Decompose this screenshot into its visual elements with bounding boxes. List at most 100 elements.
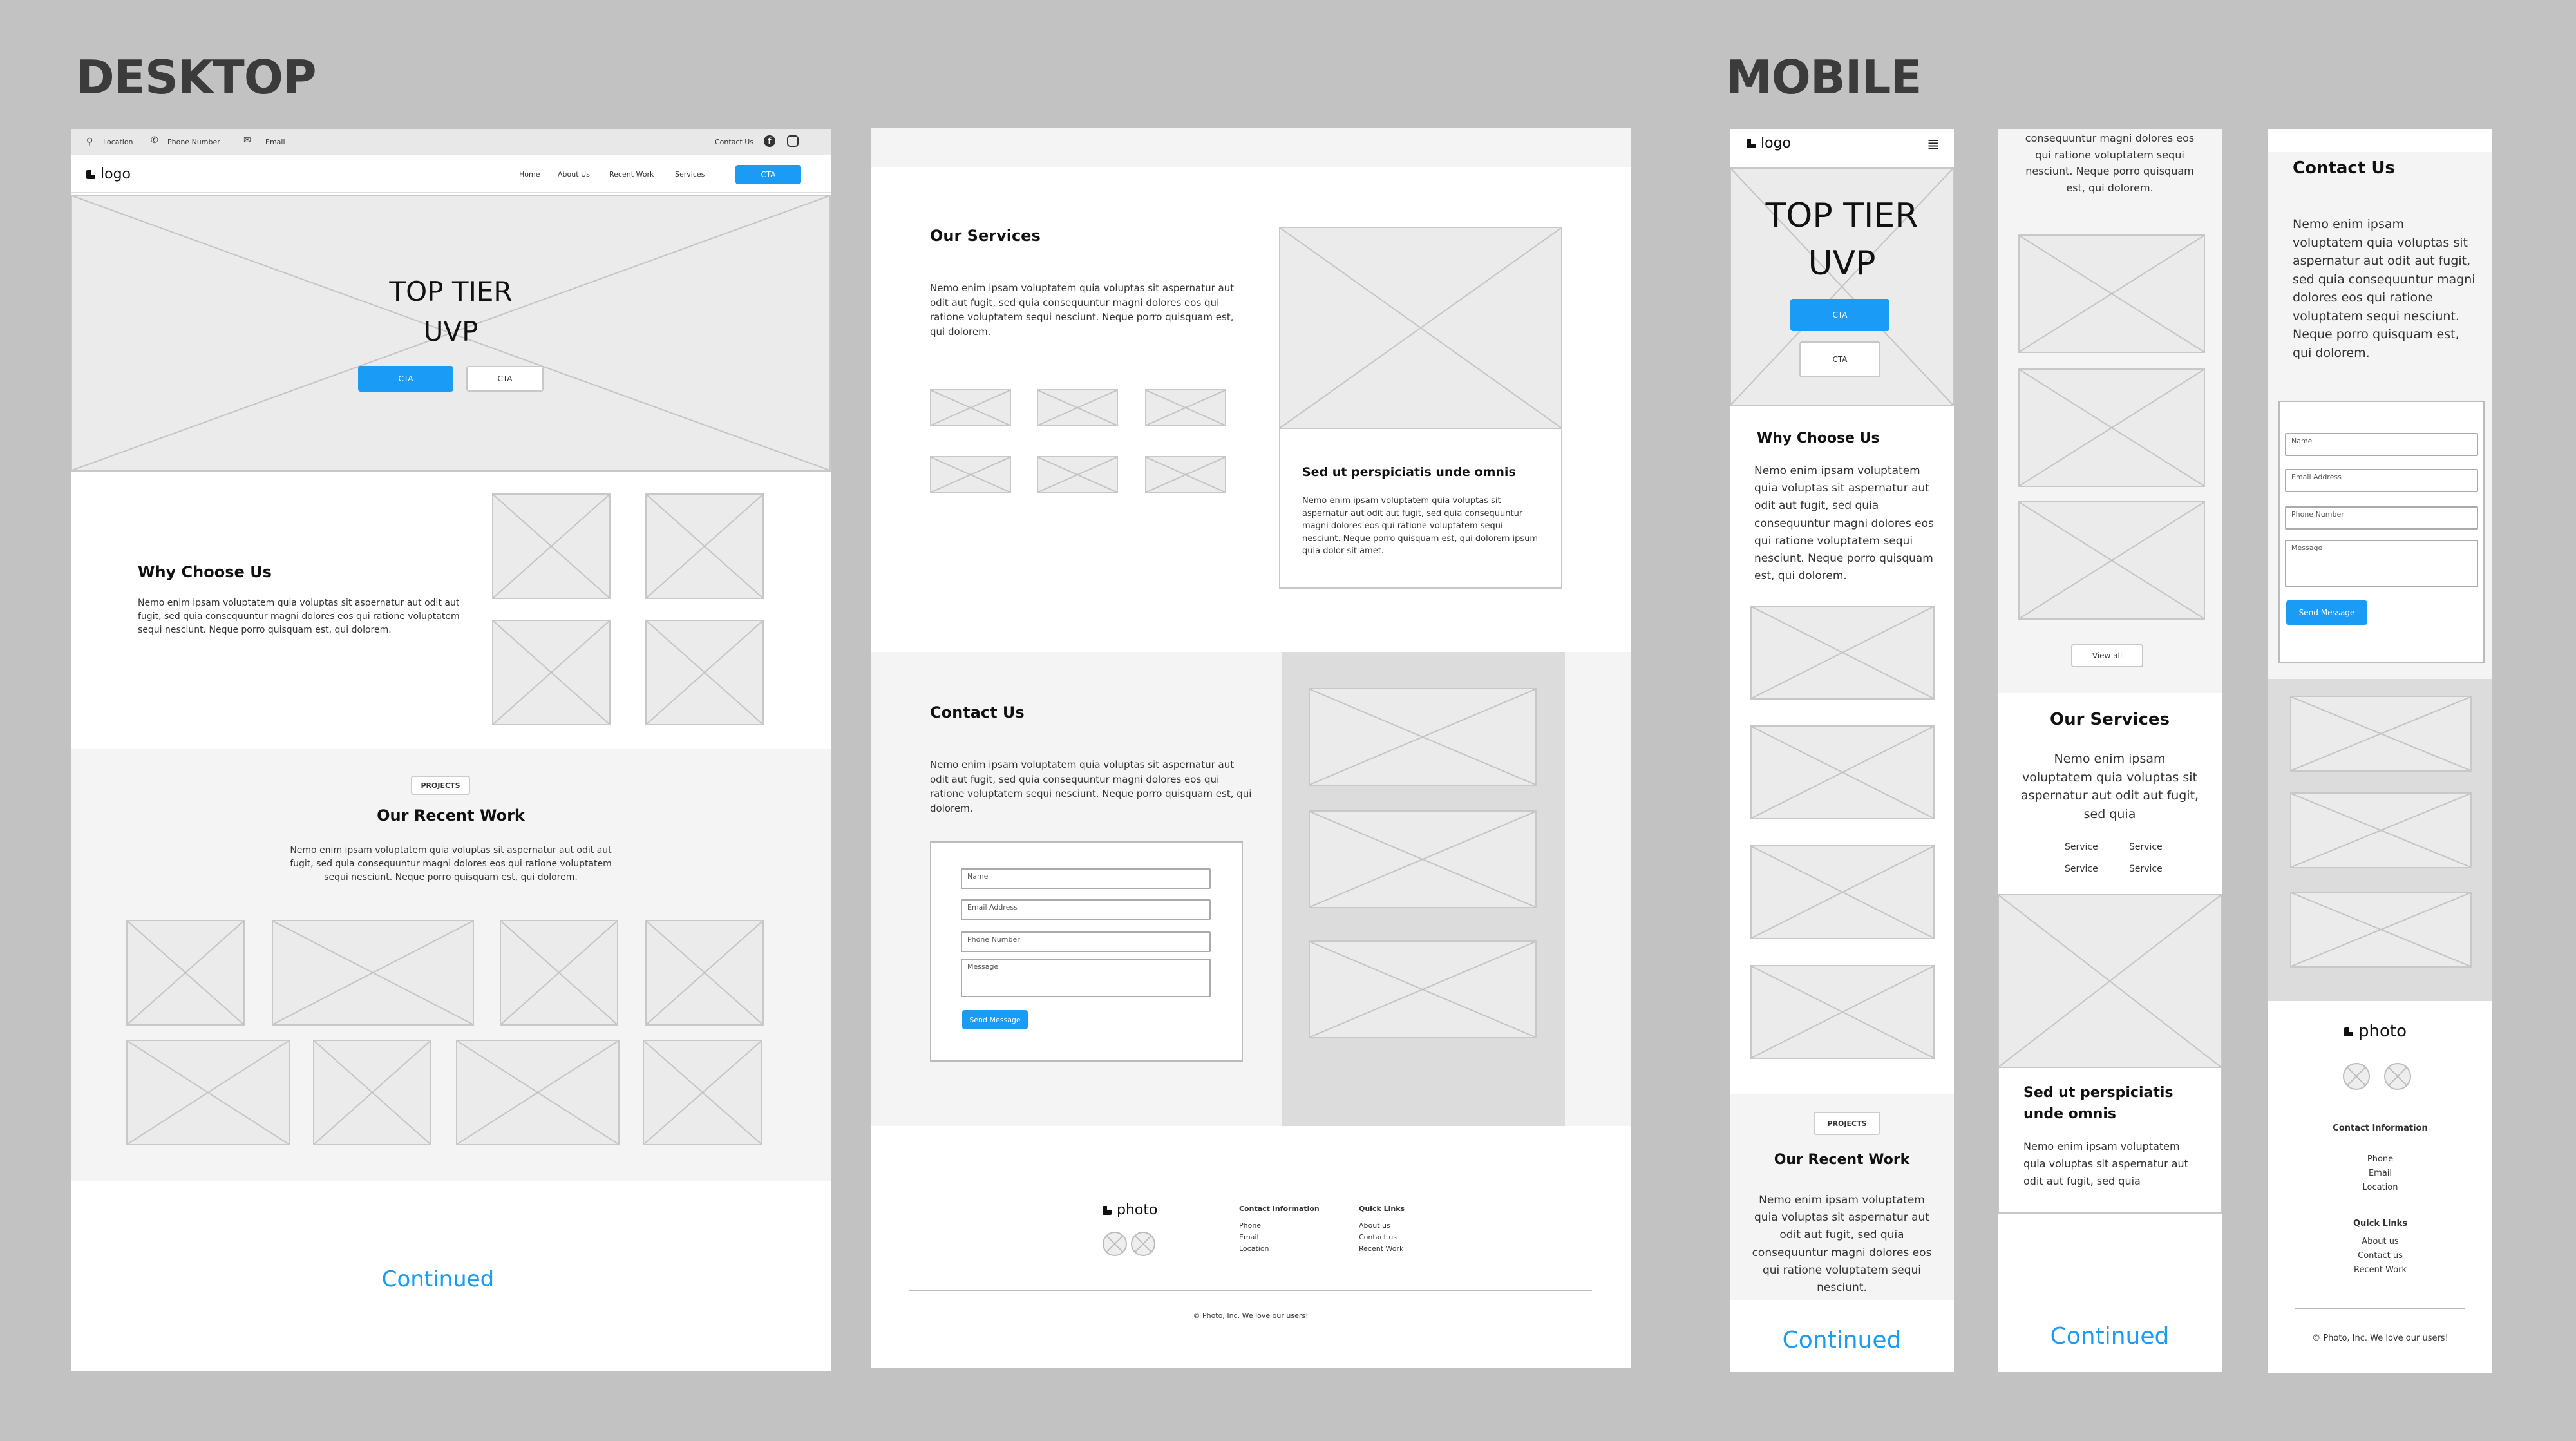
why-image-4 <box>645 620 764 725</box>
service-image-1 <box>930 389 1011 426</box>
mobile-page-3: Contact Us Nemo enim ipsam voluptatem qu… <box>2268 129 2492 1373</box>
mobile-footer-info-location: Location <box>2362 1183 2398 1192</box>
services-title: Our Services <box>930 227 1041 245</box>
contact-image-3 <box>1309 940 1537 1038</box>
why-body: Nemo enim ipsam voluptatem quia voluptas… <box>138 598 460 635</box>
mobile-continued-2: Continued <box>2050 1323 2170 1350</box>
hero-cta-button[interactable]: CTA <box>358 366 453 392</box>
hero-title-line2: UVP <box>423 316 478 347</box>
logo-icon <box>86 170 95 179</box>
message-field[interactable]: Message <box>961 959 1211 997</box>
nav-home[interactable]: Home <box>519 169 540 180</box>
mobile-service-link-3[interactable]: Service <box>2065 862 2098 876</box>
mobile-send-button[interactable]: Send Message <box>2286 600 2367 625</box>
footer-info-title: Contact Information <box>1239 1205 1320 1213</box>
mobile-footer-info-phone: Phone <box>2367 1154 2394 1164</box>
mobile-service-link-4[interactable]: Service <box>2129 862 2163 876</box>
mobile-why-image-2 <box>1750 725 1935 819</box>
facebook-icon[interactable]: f <box>764 135 775 147</box>
mobile-project-image-2 <box>2018 368 2205 487</box>
mobile-hero-line1: TOP TIER <box>1765 196 1918 235</box>
desktop-page-2: Our Services Nemo enim ipsam voluptatem … <box>871 128 1631 1368</box>
view-all-button[interactable]: View all <box>2071 644 2143 667</box>
mobile-services-body: Nemo enim ipsam voluptatem quia voluptas… <box>2020 752 2199 821</box>
why-title: Why Choose Us <box>138 563 272 581</box>
social-icon-1[interactable] <box>1103 1232 1127 1256</box>
mobile-social-icon-1[interactable] <box>2343 1063 2370 1090</box>
topbar-location[interactable]: Location <box>103 137 133 148</box>
contact-title: Contact Us <box>930 703 1025 721</box>
mobile-footer-divider <box>2295 1308 2465 1309</box>
logo[interactable]: logo <box>86 166 131 182</box>
why-image-1 <box>492 493 611 599</box>
mobile-footer-link-contact[interactable]: Contact us <box>2268 1250 2492 1263</box>
nav-recent-work[interactable]: Recent Work <box>609 169 654 180</box>
mobile-heading: MOBILE <box>1726 50 1922 104</box>
footer-copyright: © Photo, Inc. We love our users! <box>1193 1312 1309 1320</box>
mobile-service-link-2[interactable]: Service <box>2129 840 2163 854</box>
mobile-logo[interactable]: logo <box>1747 135 1791 151</box>
mobile-email-field[interactable]: Email Address <box>2285 469 2478 492</box>
send-message-button[interactable]: Send Message <box>962 1010 1028 1029</box>
hero-title-line1: TOP TIER <box>389 276 513 307</box>
services-body: Nemo enim ipsam voluptatem quia voluptas… <box>930 282 1235 338</box>
phone-field[interactable]: Phone Number <box>961 931 1211 952</box>
mobile-project-image-3 <box>2018 501 2205 620</box>
hero-secondary-button[interactable]: CTA <box>466 366 544 392</box>
desktop-heading: DESKTOP <box>76 50 317 104</box>
nav-cta-button[interactable]: CTA <box>735 165 801 184</box>
mobile-footer-logo[interactable]: photo <box>2344 1022 2407 1041</box>
mobile-footer-logo-icon <box>2344 1027 2353 1036</box>
mobile-social-icon-2[interactable] <box>2384 1063 2411 1090</box>
why-image-3 <box>492 620 611 725</box>
footer-link-about[interactable]: About us <box>1359 1220 1390 1232</box>
mobile-service-link-1[interactable]: Service <box>2065 840 2098 854</box>
footer-info-email: Email <box>1239 1233 1259 1241</box>
footer-divider <box>909 1290 1592 1291</box>
contact-image-1 <box>1309 688 1537 786</box>
service-card-image <box>1279 227 1562 429</box>
email-icon: ✉ <box>243 135 251 146</box>
mobile-why-image-3 <box>1750 845 1935 939</box>
social-icon-2[interactable] <box>1131 1232 1155 1256</box>
service-image-6 <box>1145 456 1226 493</box>
topbar-email[interactable]: Email <box>265 137 285 148</box>
footer-links-title: Quick Links <box>1359 1205 1405 1213</box>
footer-info-phone: Phone <box>1239 1221 1262 1230</box>
topbar-phone[interactable]: Phone Number <box>167 137 220 148</box>
mobile-top-text: consequuntur magni dolores eos qui ratio… <box>2025 132 2195 194</box>
footer-info-location: Location <box>1239 1245 1269 1253</box>
mobile-footer-link-recent-work[interactable]: Recent Work <box>2268 1264 2492 1277</box>
mobile-phone-field[interactable]: Phone Number <box>2285 506 2478 530</box>
project-image-1 <box>126 920 245 1026</box>
nav-services[interactable]: Services <box>675 169 705 180</box>
footer-link-recent-work[interactable]: Recent Work <box>1359 1243 1403 1255</box>
footer-logo[interactable]: photo <box>1103 1202 1157 1218</box>
topbar-contact[interactable]: Contact Us <box>715 137 753 148</box>
mobile-hero-secondary[interactable]: CTA <box>1799 341 1880 377</box>
service-image-2 <box>1037 389 1118 426</box>
mobile-page-2: consequuntur magni dolores eos qui ratio… <box>1998 129 2222 1372</box>
nav-about[interactable]: About Us <box>558 169 590 180</box>
instagram-icon[interactable] <box>787 135 799 147</box>
location-pin-icon: ⚲ <box>86 137 93 147</box>
mobile-hero-cta[interactable]: CTA <box>1790 299 1889 331</box>
mobile-footer-link-about[interactable]: About us <box>2268 1236 2492 1249</box>
mobile-message-field[interactable]: Message <box>2285 540 2478 587</box>
mobile-why-image-4 <box>1750 965 1935 1059</box>
mobile-hero-line2: UVP <box>1808 244 1876 283</box>
projects-tag: PROJECTS <box>411 776 470 795</box>
hero-title: TOP TIER UVP <box>322 272 580 352</box>
name-field[interactable]: Name <box>961 868 1211 889</box>
mobile-why-body: Nemo enim ipsam voluptatem quia voluptas… <box>1754 464 1934 583</box>
projects-title: Our Recent Work <box>377 806 525 825</box>
service-card-body: Nemo enim ipsam voluptatem quia voluptas… <box>1302 496 1539 556</box>
mobile-name-field[interactable]: Name <box>2285 433 2478 456</box>
footer-logo-text: photo <box>1117 1202 1158 1218</box>
footer-link-contact[interactable]: Contact us <box>1359 1232 1397 1243</box>
mobile-projects-title: Our Recent Work <box>1774 1152 1910 1168</box>
mobile-projects-tag: PROJECTS <box>1814 1112 1880 1135</box>
hamburger-menu-icon[interactable]: ≣ <box>1927 135 1940 153</box>
email-field[interactable]: Email Address <box>961 899 1211 920</box>
mobile-service-card-title: Sed ut perspiciatis unde omnis <box>2023 1085 2174 1122</box>
